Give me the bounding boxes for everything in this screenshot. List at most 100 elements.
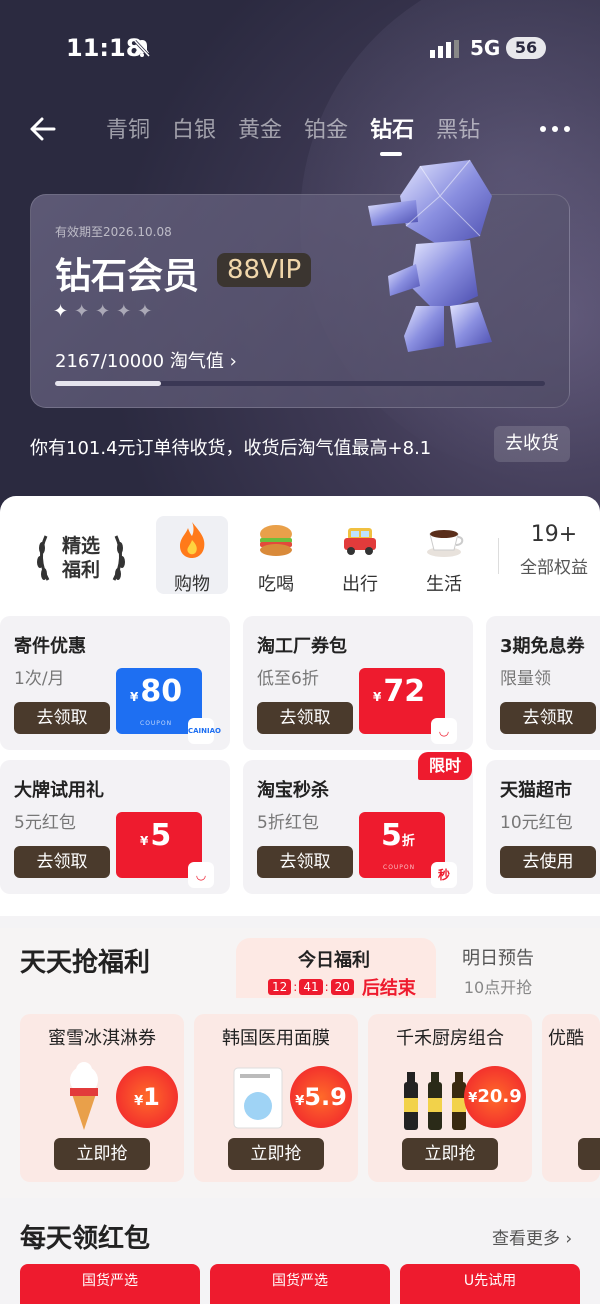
coupon-card[interactable]: 淘宝秒杀 5折红包 去领取 5折 COUPON 秒 [243,760,473,894]
countdown-timer: 12: 41: 20 后结束 [268,974,416,1000]
tab-bronze[interactable]: 青铜 [106,112,150,144]
deal-item[interactable]: 韩国医用面膜 ¥5.9 立即抢 [194,1014,358,1182]
deal-name: 优酷 [548,1028,584,1049]
signal-icon [430,40,459,58]
daily-deals-title: 天天抢福利 [20,948,151,978]
category-label: 购物 [174,574,210,595]
coupon-subtitle: 10元红包 [500,813,573,833]
tomorrow-sub: 10点开抢 [463,978,533,997]
tab-today-deals[interactable]: 今日福利 12: 41: 20 后结束 [236,938,436,1000]
claim-button[interactable]: 去领取 [14,702,110,734]
category-food[interactable]: 吃喝 [240,516,312,595]
grab-button[interactable]: 立即抢 [402,1138,498,1170]
coupon-card[interactable]: 淘工厂券包 低至6折 去领取 ¥72 ◡ [243,616,473,750]
grab-button[interactable] [578,1138,600,1170]
validity-date: 有效期至2026.10.08 [55,225,172,239]
level-nav: 青铜 白银 黄金 铂金 钻石 黑钻 [0,108,600,156]
taobao-logo-icon: ◡ [188,862,214,888]
score-progress-fill [55,381,162,386]
coupon-card[interactable]: 3期免息券 限量领 去领取 [486,616,600,750]
coupon-subtitle: 5折红包 [257,813,319,833]
deal-item[interactable]: 千禾厨房组合 ¥20.9 立即抢 [368,1014,532,1182]
member-header: 11:18 5G 56 青铜 白银 黄金 铂金 钻石 黑钻 有效期至2026.1… [0,0,600,520]
deal-price: ¥5.9 [290,1066,352,1128]
coupon-card[interactable]: 天猫超市 10元红包 去使用 [486,760,600,894]
deal-name: 韩国医用面膜 [222,1028,330,1049]
deal-name: 千禾厨房组合 [396,1028,504,1049]
benefits-count: 19+ [530,522,578,547]
see-more-link[interactable]: 查看更多 › [492,1224,572,1249]
coupon-title: 3期免息券 [500,636,585,657]
coupon-title: 淘宝秒杀 [257,780,329,801]
red-packet-card[interactable]: 国货严选 [210,1264,390,1304]
red-packet-card[interactable]: U先试用 [400,1264,580,1304]
red-packet-label: 国货严选 [82,1273,138,1289]
deal-item[interactable]: 优酷 [542,1014,600,1182]
category-travel[interactable]: 出行 [324,516,396,595]
sandwich-icon [260,525,292,556]
tab-black-diamond[interactable]: 黑钻 [436,112,480,144]
score-progress-bar [55,381,545,386]
back-arrow-icon[interactable] [26,114,56,144]
more-menu-icon[interactable] [540,126,570,132]
network-type: 5G [470,36,501,60]
red-packet-label: U先试用 [463,1273,517,1289]
coupon-title: 天猫超市 [500,780,572,801]
coffee-cup-icon [427,530,464,557]
coupon-title: 淘工厂券包 [257,636,347,657]
battery-level: 56 [506,37,546,59]
grab-button[interactable]: 立即抢 [54,1138,150,1170]
cainiao-logo: CAINIAO [188,718,221,744]
red-packet-card[interactable]: 国货严选 [20,1264,200,1304]
category-row: 精选 福利 购物 吃喝 出行 生活 19+ 全部权益 [0,516,600,596]
daily-deals-section: 天天抢福利 今日福利 12: 41: 20 后结束 明日预告 10点开抢 蜜雪冰… [0,928,600,1198]
category-label: 生活 [426,574,462,595]
score-link[interactable]: 2167/10000 淘气值 › [55,347,237,373]
face-mask-pack-icon [233,1067,283,1129]
voucher-value: 5 [381,818,402,853]
claim-button[interactable]: 去领取 [500,702,596,734]
tab-gold[interactable]: 黄金 [238,112,282,144]
voucher-value: 72 [383,674,426,709]
fire-icon [180,522,205,558]
claim-button[interactable]: 去领取 [14,846,110,878]
tab-silver[interactable]: 白银 [172,112,216,144]
grab-button[interactable]: 立即抢 [228,1138,324,1170]
tab-diamond[interactable]: 钻石 [370,112,414,156]
status-time: 11:18 [66,34,143,62]
taobao-logo-icon: ◡ [431,718,457,744]
tab-tomorrow-preview[interactable]: 明日预告 10点开抢 [462,944,534,998]
claim-button[interactable]: 去领取 [257,846,353,878]
coupon-title: 大牌试用礼 [14,780,104,801]
coupon-voucher: 5折 COUPON 秒 [359,812,457,888]
timer-end-text: 后结束 [361,978,416,999]
voucher-value: 80 [140,674,183,709]
tomorrow-label: 明日预告 [462,948,534,969]
deal-item[interactable]: 蜜雪冰淇淋券 ¥1 立即抢 [20,1014,184,1182]
use-button[interactable]: 去使用 [500,846,596,878]
status-bar: 11:18 5G 56 [0,30,600,70]
timer-seconds: 20 [330,979,354,995]
deal-name: 蜜雪冰淇淋券 [48,1028,156,1049]
category-label: 吃喝 [258,574,294,595]
coupon-subtitle: 5元红包 [14,813,76,833]
category-shopping[interactable]: 购物 [156,516,228,595]
coupon-voucher: ¥80 COUPON CAINIAO [116,668,221,744]
tab-platinum[interactable]: 铂金 [304,112,348,144]
coupon-card[interactable]: 寄件优惠 1次/月 去领取 ¥80 COUPON CAINIAO [0,616,230,750]
star-rating: ✦✦✦✦✦ [53,301,159,322]
coupon-word: COUPON [383,864,416,871]
car-icon [344,528,376,555]
all-benefits-label: 全部权益 [520,558,588,578]
category-life[interactable]: 生活 [408,516,480,595]
coupon-card[interactable]: 大牌试用礼 5元红包 去领取 ¥5 ◡ [0,760,230,894]
red-packet-title: 每天领红包 [20,1224,151,1254]
membership-title: 钻石会员 [55,256,200,297]
featured-label-line2: 福利 [61,559,100,581]
receive-goods-button[interactable]: 去收货 [494,426,570,462]
deal-price: ¥1 [116,1066,178,1128]
all-benefits-link[interactable]: 19+ 全部权益 [508,522,600,578]
claim-button[interactable]: 去领取 [257,702,353,734]
coupon-subtitle: 限量领 [500,669,551,689]
red-packet-label: 国货严选 [272,1273,328,1289]
